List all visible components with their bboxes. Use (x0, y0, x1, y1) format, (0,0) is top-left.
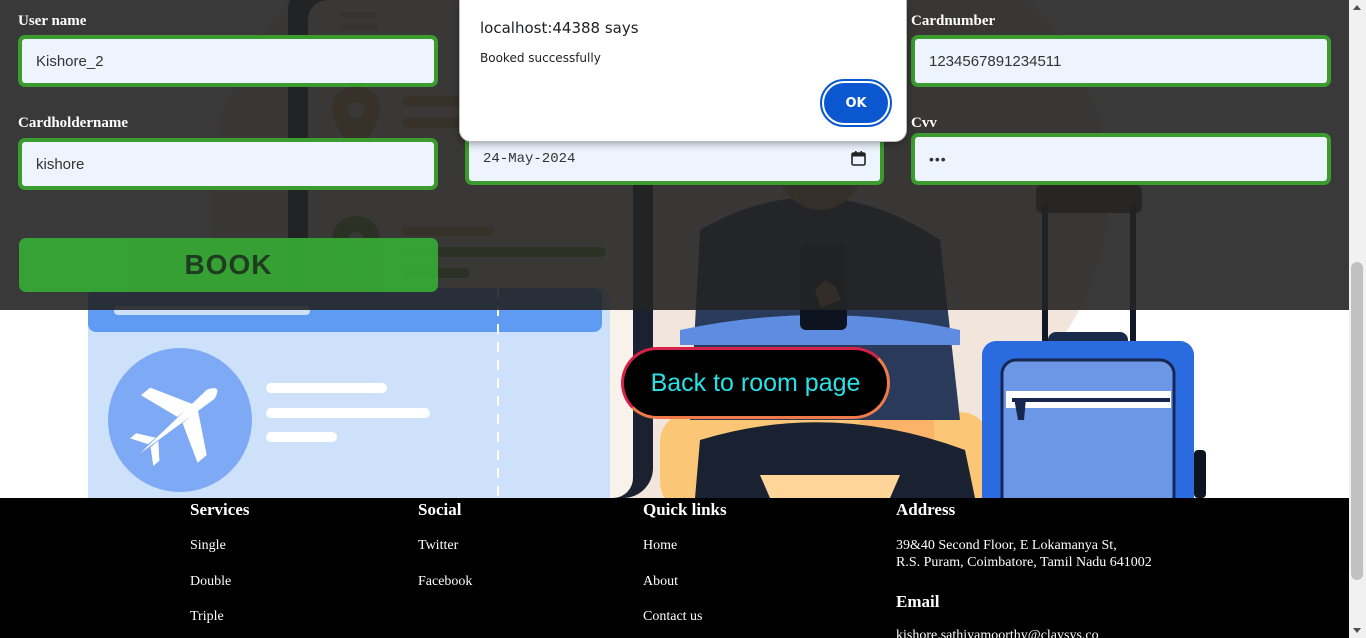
username-input[interactable]: Kishore_2 (18, 35, 438, 87)
scroll-down-icon[interactable] (1353, 628, 1361, 633)
footer-link-home[interactable]: Home (643, 538, 677, 554)
social-heading: Social (418, 500, 462, 519)
footer: Services Single Double Triple Social Twi… (0, 498, 1349, 638)
cvv-input[interactable]: ••• (911, 133, 1331, 185)
cardholder-input[interactable]: kishore (18, 138, 438, 190)
username-label: User name (18, 13, 87, 29)
back-to-room-button[interactable]: Back to room page (621, 347, 890, 419)
date-value: 24-May-2024 (483, 151, 576, 167)
cardnumber-label: Cardnumber (911, 13, 996, 29)
dialog-message: Booked successfully (480, 51, 601, 65)
services-heading: Services (190, 500, 250, 519)
footer-link-triple[interactable]: Triple (190, 609, 224, 625)
dialog-title: localhost:44388 says (480, 19, 639, 37)
address-heading: Address (896, 500, 956, 519)
email-link[interactable]: kishore.sathiyamoorthy@claysys.co (896, 628, 1099, 638)
scroll-thumb[interactable] (1351, 262, 1363, 580)
footer-link-double[interactable]: Double (190, 574, 231, 590)
alert-dialog: localhost:44388 says Booked successfully… (459, 0, 907, 142)
footer-link-about[interactable]: About (643, 574, 678, 590)
cardholder-label: Cardholdername (18, 115, 128, 131)
quick-links-heading: Quick links (643, 500, 727, 519)
cvv-label: Cvv (911, 115, 937, 131)
page-scrollbar[interactable] (1349, 0, 1366, 638)
cardnumber-input[interactable]: 1234567891234511 (911, 35, 1331, 87)
address-line-1: 39&40 Second Floor, E Lokamanya St, (896, 538, 1117, 553)
email-heading: Email (896, 592, 940, 611)
scroll-up-icon[interactable] (1353, 5, 1361, 10)
address-line-2: R.S. Puram, Coimbatore, Tamil Nadu 64100… (896, 555, 1152, 570)
footer-link-facebook[interactable]: Facebook (418, 574, 472, 590)
ok-button[interactable]: OK (820, 79, 892, 127)
book-button[interactable]: BOOK (19, 238, 438, 292)
footer-link-twitter[interactable]: Twitter (418, 538, 458, 554)
calendar-icon[interactable] (851, 151, 866, 166)
footer-link-contact[interactable]: Contact us (643, 609, 703, 625)
footer-link-single[interactable]: Single (190, 538, 226, 554)
